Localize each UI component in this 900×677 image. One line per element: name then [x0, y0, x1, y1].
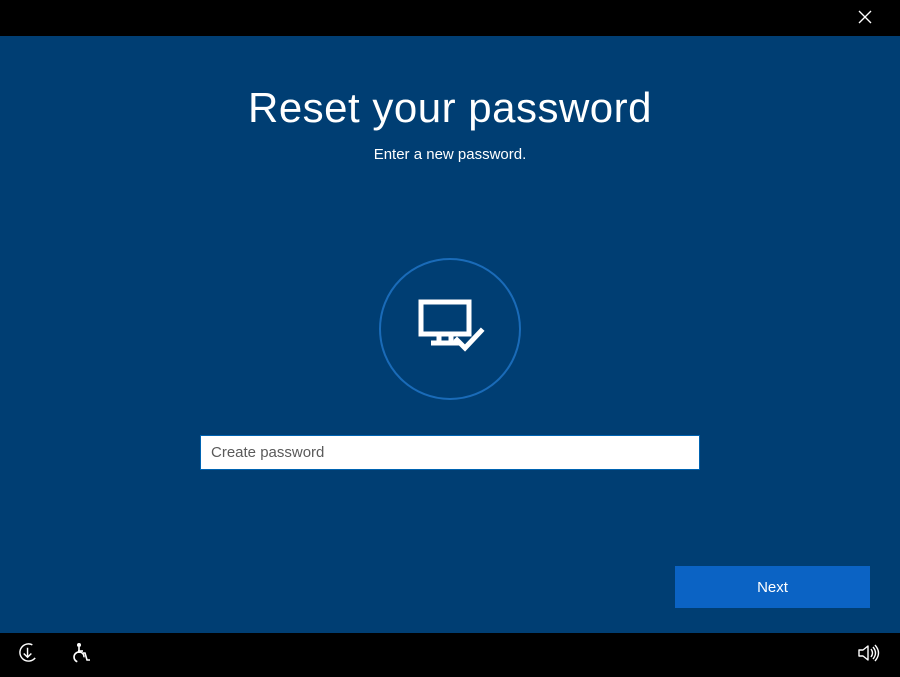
close-button[interactable] [850, 3, 880, 33]
accessibility-button[interactable] [71, 642, 91, 669]
accessibility-icon [71, 642, 91, 669]
ease-of-access-button[interactable] [18, 642, 39, 668]
close-icon [858, 8, 872, 29]
main-panel: Reset your password Enter a new password… [0, 36, 900, 633]
system-bar [0, 633, 900, 677]
title-bar [0, 0, 900, 36]
page-title: Reset your password [248, 84, 652, 132]
system-bar-left [18, 642, 91, 669]
next-button-label: Next [757, 579, 788, 596]
monitor-check-icon [415, 298, 485, 361]
volume-icon [858, 643, 882, 668]
page-subtitle: Enter a new password. [374, 146, 527, 163]
volume-button[interactable] [858, 643, 882, 668]
ease-of-access-icon [18, 642, 39, 668]
password-input[interactable] [200, 435, 700, 470]
hero-icon-circle [379, 258, 521, 400]
next-button[interactable]: Next [675, 566, 870, 608]
